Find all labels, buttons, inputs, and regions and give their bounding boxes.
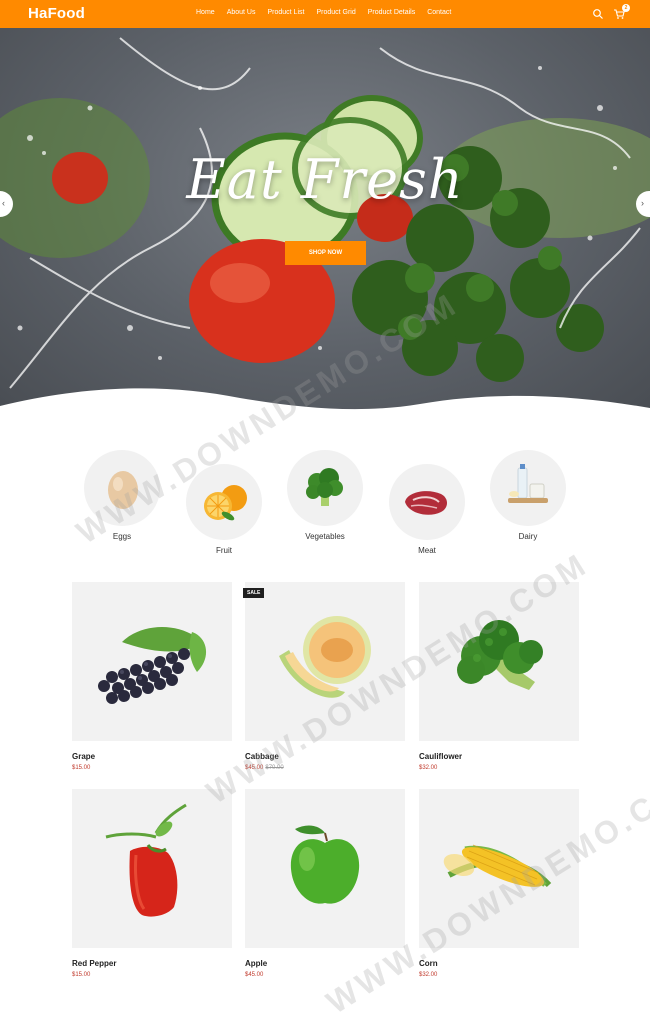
- category-label: Vegetables: [305, 532, 345, 541]
- product-price: $45.00 $70.00: [245, 765, 405, 771]
- product-name[interactable]: Corn: [419, 959, 579, 968]
- nav-product-list[interactable]: Product List: [267, 9, 304, 16]
- sale-badge: SALE: [243, 588, 265, 598]
- product-card-red-pepper[interactable]: Red Pepper $15.00: [72, 789, 232, 978]
- corn-image[interactable]: [419, 789, 579, 948]
- site-logo[interactable]: HaFood: [28, 5, 85, 22]
- chevron-right-icon: ›: [641, 198, 644, 208]
- egg-icon: [84, 450, 160, 526]
- category-label: Dairy: [518, 532, 538, 541]
- broccoli-image[interactable]: [419, 582, 579, 741]
- old-price: $70.00: [265, 765, 284, 771]
- product-price: $45.00: [245, 972, 264, 978]
- milk-icon: [490, 450, 566, 526]
- product-price: $15.00: [72, 972, 91, 978]
- meat-icon: [389, 464, 465, 540]
- nav-about-us[interactable]: About Us: [227, 9, 256, 16]
- hero-image: [0, 37, 650, 413]
- product-name[interactable]: Grape: [72, 752, 232, 761]
- nav-product-grid[interactable]: Product Grid: [316, 9, 355, 16]
- melon-image[interactable]: SALE: [243, 582, 405, 741]
- main-nav: Home About Us Product List Product Grid …: [196, 9, 463, 16]
- category-label: Eggs: [112, 532, 132, 541]
- product-card-apple[interactable]: Apple $45.00: [245, 789, 405, 978]
- broccoli-icon: [287, 450, 363, 526]
- nav-contact[interactable]: Contact: [427, 9, 451, 16]
- category-meat[interactable]: Meat: [388, 464, 466, 555]
- product-card-cauliflower[interactable]: Cauliflower $32.00: [419, 582, 579, 771]
- product-card-grape[interactable]: Grape $15.00: [72, 582, 232, 771]
- product-name[interactable]: Cauliflower: [419, 752, 579, 761]
- product-price: $32.00: [419, 972, 438, 978]
- grape-image[interactable]: [72, 582, 232, 741]
- current-price: $45.00: [245, 765, 264, 771]
- product-price: $32.00: [419, 765, 438, 771]
- search-icon[interactable]: [592, 8, 604, 20]
- product-name[interactable]: Cabbage: [245, 752, 405, 761]
- apple-image[interactable]: [245, 789, 405, 948]
- hero-slider: Eat Fresh SHOP NOW ‹ ›: [0, 28, 650, 413]
- chevron-left-icon: ‹: [2, 198, 5, 208]
- shop-now-button[interactable]: SHOP NOW: [285, 241, 366, 265]
- product-card-corn[interactable]: Corn $32.00: [419, 789, 579, 978]
- product-card-cabbage[interactable]: SALE Cabbage $45.00 $70.00: [243, 582, 405, 771]
- product-price: $15.00: [72, 765, 91, 771]
- category-dairy[interactable]: Dairy: [489, 450, 567, 541]
- category-eggs[interactable]: Eggs: [83, 450, 161, 541]
- hero-title: Eat Fresh: [186, 148, 464, 211]
- category-vegetables[interactable]: Vegetables: [286, 450, 364, 541]
- product-name[interactable]: Red Pepper: [72, 959, 232, 968]
- category-label: Meat: [418, 546, 436, 555]
- orange-icon: [186, 464, 262, 540]
- red-pepper-image[interactable]: [72, 789, 232, 948]
- product-name[interactable]: Apple: [245, 959, 405, 968]
- category-fruit[interactable]: Fruit: [185, 464, 263, 555]
- top-header: HaFood Home About Us Product List Produc…: [0, 0, 650, 28]
- nav-home[interactable]: Home: [196, 9, 215, 16]
- nav-product-details[interactable]: Product Details: [368, 9, 415, 16]
- category-label: Fruit: [216, 546, 232, 555]
- cart-count-badge: 2: [622, 4, 630, 12]
